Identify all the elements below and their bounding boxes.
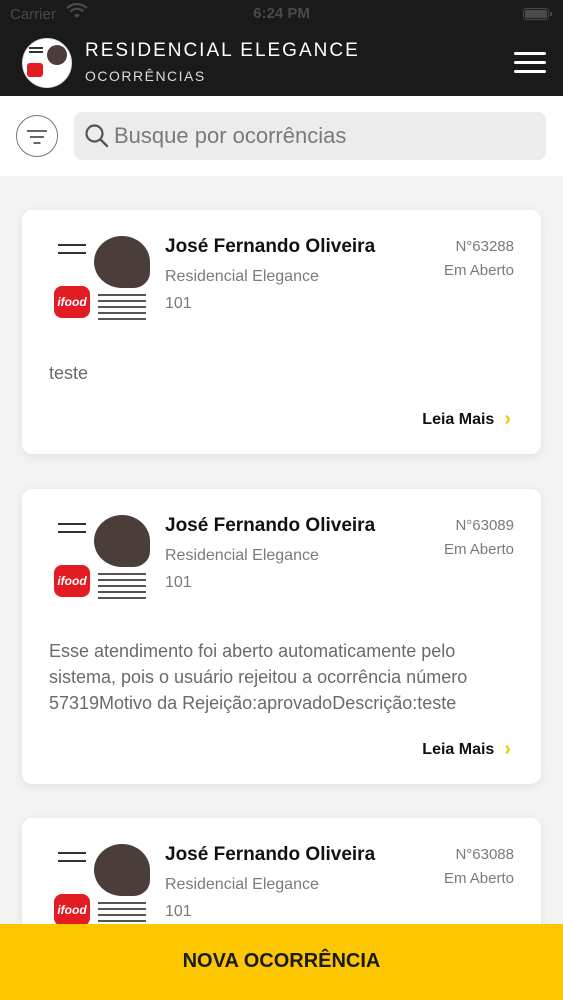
search-input[interactable] [114,112,534,160]
status-bar: Carrier 6:24 PM [0,0,563,30]
unit-number: 101 [165,574,192,591]
search-bar [0,96,563,176]
page-subtitle: OCORRÊNCIAS [85,68,206,84]
status-badge: Em Aberto [443,870,514,887]
search-box [74,112,546,160]
read-more-label: Leia Mais [422,741,495,758]
chevron-right-icon: › [504,738,511,760]
chevron-right-icon: › [504,408,511,430]
condo-name: Residencial Elegance [165,876,319,893]
app-header: Carrier 6:24 PM RESIDENCIAL ELEGANCE OCO… [0,0,563,96]
occurrence-description: teste [49,363,89,383]
status-badge: Em Aberto [443,262,514,279]
hamburger-menu-icon[interactable] [514,52,546,74]
condo-name: Residencial Elegance [165,547,319,564]
occurrence-description: Esse atendimento foi aberto automaticame… [49,641,468,713]
unit-number: 101 [165,903,192,920]
occurrence-number: N°63288 [455,238,514,255]
resident-name: José Fernando Oliveira [165,236,376,257]
occurrence-number: N°63089 [455,517,514,534]
filter-button[interactable] [16,115,58,157]
condo-logo [22,38,72,88]
condo-name: Residencial Elegance [165,268,319,285]
unit-number: 101 [165,295,192,312]
page-title: RESIDENCIAL ELEGANCE [85,40,360,61]
occurrence-card[interactable]: ifood José Fernando Oliveira Residencial… [22,210,541,454]
user-avatar: ifood [52,234,150,332]
resident-name: José Fernando Oliveira [165,844,376,865]
read-more-label: Leia Mais [422,411,495,428]
search-icon [84,123,110,154]
read-more-link[interactable]: Leia Mais › [422,737,511,760]
status-badge: Em Aberto [443,541,514,558]
battery-icon [523,8,552,20]
occurrence-number: N°63088 [455,846,514,863]
read-more-link[interactable]: Leia Mais › [422,407,511,430]
filter-icon [27,130,47,132]
occurrence-card[interactable]: ifood José Fernando Oliveira Residencial… [22,489,541,784]
resident-name: José Fernando Oliveira [165,515,376,536]
new-occurrence-button[interactable]: NOVA OCORRÊNCIA [0,924,563,1000]
user-avatar: ifood [52,513,150,611]
clock-time: 6:24 PM [253,5,310,22]
